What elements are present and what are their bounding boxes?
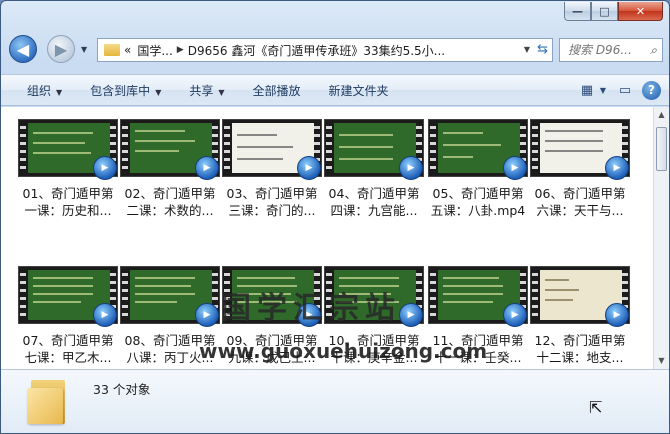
- file-name: 03、奇门遁甲第 三课：奇门的...: [226, 186, 318, 218]
- video-thumbnail: ▶: [18, 266, 118, 327]
- share-menu[interactable]: 共享 ▼: [175, 82, 238, 99]
- media-player-icon: ▶: [399, 156, 423, 180]
- scroll-thumb[interactable]: [656, 127, 667, 171]
- preview-pane-icon[interactable]: ▭: [614, 79, 636, 101]
- scroll-up-icon[interactable]: ▲: [654, 107, 669, 123]
- chevron-down-icon: ▼: [218, 87, 225, 97]
- media-player-icon: ▶: [605, 156, 629, 180]
- file-name: 05、奇门遁甲第 五课：八卦.mp4: [430, 186, 526, 218]
- media-player-icon: ▶: [297, 156, 321, 180]
- caption-buttons: — □ ✕: [564, 2, 663, 21]
- video-thumbnail: ▶: [428, 266, 528, 327]
- new-folder-button[interactable]: 新建文件夹: [315, 82, 403, 99]
- minimize-button[interactable]: —: [564, 2, 591, 21]
- recent-pages-dropdown-icon[interactable]: ▼: [81, 45, 87, 54]
- watermark-text: 国学汇宗站: [221, 291, 401, 326]
- explorer-window: — □ ✕ ◀ ▶ ▼ « 国学... ▶ D9656 鑫河《奇门遁甲传承班》3…: [0, 0, 670, 434]
- forward-button[interactable]: ▶: [47, 35, 75, 63]
- include-in-library-menu[interactable]: 包含到库中 ▼: [76, 82, 175, 99]
- vertical-scrollbar[interactable]: ▲ ▼: [653, 107, 669, 369]
- media-player-icon: ▶: [399, 303, 423, 327]
- details-pane: 33 个对象: [1, 369, 669, 433]
- file-name: 12、奇门遁甲第 十二课：地支...: [534, 333, 626, 365]
- breadcrumb-overflow[interactable]: «: [124, 43, 131, 57]
- file-name: 02、奇门遁甲第 二课：术数的...: [124, 186, 216, 218]
- video-thumbnail: ▶: [18, 119, 118, 180]
- media-player-icon: ▶: [195, 156, 219, 180]
- video-thumbnail: ▶: [120, 266, 220, 327]
- file-name: 01、奇门遁甲第 一课：历史和...: [22, 186, 114, 218]
- folder-icon: [104, 44, 120, 56]
- video-thumbnail: ▶: [530, 119, 630, 180]
- search-icon[interactable]: ⌕: [650, 43, 657, 58]
- media-player-icon: ▶: [605, 303, 629, 327]
- media-player-icon: ▶: [195, 303, 219, 327]
- breadcrumb-item-root[interactable]: 国学...: [137, 42, 172, 59]
- scroll-down-icon[interactable]: ▼: [654, 353, 669, 369]
- close-button[interactable]: ✕: [618, 2, 663, 21]
- breadcrumb-item-current[interactable]: D9656 鑫河《奇门遁甲传承班》33集约5.5小...: [188, 42, 445, 59]
- media-player-icon: ▶: [93, 156, 117, 180]
- navigation-bar: ◀ ▶ ▼ « 国学... ▶ D9656 鑫河《奇门遁甲传承班》33集约5.5…: [1, 31, 669, 67]
- video-thumbnail: ▶: [428, 119, 528, 180]
- file-list: ▶ 01、奇门遁甲第 一课：历史和... ▶ 02、奇门遁甲第 二课：术数的... …: [1, 107, 653, 369]
- maximize-button[interactable]: □: [591, 2, 618, 21]
- video-thumbnail: ▶: [120, 119, 220, 180]
- media-player-icon: ▶: [93, 303, 117, 327]
- chevron-down-icon: ▼: [56, 87, 63, 97]
- file-name: 06、奇门遁甲第 六课：天干与...: [534, 186, 626, 218]
- folder-icon: [27, 378, 67, 424]
- media-player-icon: ▶: [503, 156, 527, 180]
- file-name: 04、奇门遁甲第 四课：九宫能...: [328, 186, 420, 218]
- search-input[interactable]: [568, 43, 644, 57]
- media-player-icon: ▶: [503, 303, 527, 327]
- item-count: 33 个对象: [93, 382, 151, 397]
- toolbar-right: ▦ ▼ ▭ ?: [570, 79, 661, 101]
- play-all-button[interactable]: 全部播放: [239, 82, 315, 99]
- video-thumbnail: ▶: [222, 119, 322, 180]
- watermark-url: www.guoxuehuizong.com: [199, 339, 488, 363]
- command-bar: 组织 ▼ 包含到库中 ▼ 共享 ▼ 全部播放 新建文件夹 ▦ ▼ ▭ ?: [1, 74, 669, 106]
- breadcrumb-separator-icon[interactable]: ▶: [177, 45, 184, 55]
- address-dropdown-icon[interactable]: ▼: [524, 45, 530, 54]
- view-dropdown-icon[interactable]: ▼: [598, 79, 608, 101]
- mouse-cursor-icon: ⇱: [589, 398, 603, 417]
- video-thumbnail: ▶: [530, 266, 630, 327]
- view-options-icon[interactable]: ▦: [576, 79, 598, 101]
- organize-menu[interactable]: 组织 ▼: [1, 82, 76, 99]
- chevron-down-icon: ▼: [155, 87, 162, 97]
- help-icon[interactable]: ?: [642, 80, 661, 100]
- address-bar[interactable]: « 国学... ▶ D9656 鑫河《奇门遁甲传承班》33集约5.5小... ▼…: [97, 38, 553, 62]
- video-thumbnail: ▶: [324, 119, 424, 180]
- file-name: 07、奇门遁甲第 七课：甲乙木...: [22, 333, 114, 365]
- back-button[interactable]: ◀: [9, 35, 37, 63]
- refresh-icon[interactable]: ⇆: [537, 42, 548, 57]
- search-box[interactable]: ⌕: [559, 38, 663, 62]
